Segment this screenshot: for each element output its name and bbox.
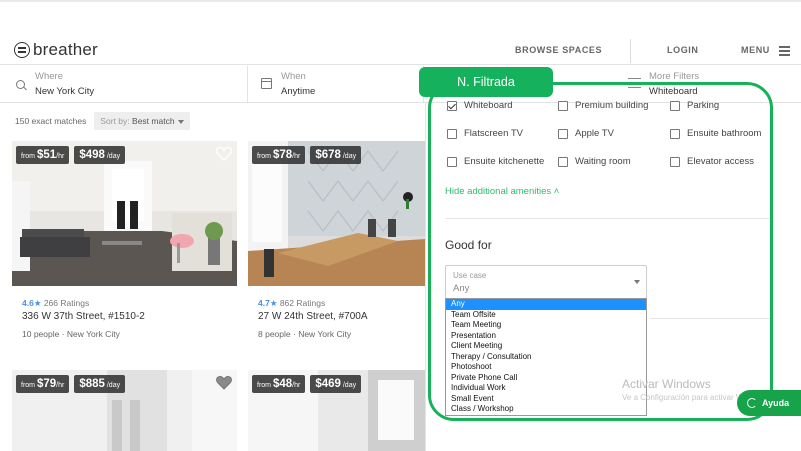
price-badges: from $51/hr $498 /day bbox=[16, 146, 126, 164]
annotation-label: N. Filtrada bbox=[419, 67, 553, 97]
nav-browse-spaces[interactable]: BROWSE SPACES bbox=[515, 45, 602, 55]
logo[interactable]: breather bbox=[14, 40, 98, 60]
calendar-icon bbox=[261, 78, 272, 89]
star-icon: ★ bbox=[33, 298, 42, 308]
daily-price-badge: $885 /day bbox=[74, 375, 126, 393]
sort-value: Best match bbox=[132, 116, 175, 126]
rating: 4.6★ 266 Ratings bbox=[22, 298, 90, 308]
results-header: 150 exact matches Sort by: Best match bbox=[15, 112, 190, 130]
hourly-price-badge: from $78/hr bbox=[252, 146, 306, 164]
price-badges: from $78/hr $678 /day bbox=[252, 146, 362, 164]
heart-icon[interactable] bbox=[216, 146, 232, 161]
listing-photo[interactable]: from $78/hr $678 /day bbox=[248, 141, 425, 286]
help-icon bbox=[747, 398, 757, 408]
nav-menu[interactable]: MENU bbox=[741, 45, 770, 55]
listing-photo[interactable]: from $51/hr $498 /day bbox=[12, 141, 237, 286]
listing-photo[interactable]: from $48/hr $469 /day bbox=[248, 370, 425, 451]
heart-icon[interactable] bbox=[216, 375, 232, 390]
search-icon bbox=[16, 80, 25, 89]
when-label: When bbox=[281, 71, 306, 82]
rating: 4.7★ 862 Ratings bbox=[258, 298, 326, 308]
where-value: New York City bbox=[35, 86, 95, 97]
where-filter[interactable]: Where New York City bbox=[0, 66, 248, 103]
results-count: 150 exact matches bbox=[15, 116, 87, 126]
logo-icon bbox=[14, 42, 30, 58]
help-button[interactable]: Ayuda bbox=[737, 390, 801, 416]
hourly-price-badge: from $79/hr bbox=[16, 375, 70, 393]
logo-text: breather bbox=[33, 40, 98, 59]
price-badges: from $48/hr $469 /day bbox=[252, 375, 362, 393]
when-value: Anytime bbox=[281, 86, 316, 97]
when-filter[interactable]: When Anytime bbox=[248, 66, 424, 103]
where-label: Where bbox=[35, 71, 63, 82]
hourly-price-badge: from $48/hr bbox=[252, 375, 306, 393]
listing-photo[interactable]: from $79/hr $885 /day bbox=[12, 370, 237, 451]
daily-price-badge: $498 /day bbox=[74, 146, 126, 164]
hourly-price-badge: from $51/hr bbox=[16, 146, 70, 164]
listing-address[interactable]: 336 W 37th Street, #1510-2 bbox=[22, 311, 145, 322]
listing-meta: 8 people · New York City bbox=[258, 329, 352, 339]
daily-price-badge: $678 /day bbox=[310, 146, 362, 164]
sort-label: Sort by: bbox=[100, 116, 130, 126]
help-label: Ayuda bbox=[762, 398, 790, 408]
annotation-highlight-ring bbox=[428, 82, 773, 421]
chevron-down-icon bbox=[177, 119, 184, 124]
site-header: breather BROWSE SPACES LOGIN MENU bbox=[0, 2, 801, 65]
daily-price-badge: $469 /day bbox=[310, 375, 362, 393]
sort-dropdown[interactable]: Sort by: Best match bbox=[94, 112, 190, 130]
more-filters-label: More Filters bbox=[649, 71, 700, 82]
listing-meta: 10 people · New York City bbox=[22, 329, 120, 339]
hamburger-icon[interactable] bbox=[779, 46, 790, 58]
nav-divider bbox=[630, 39, 631, 63]
listing-address[interactable]: 27 W 24th Street, #700A bbox=[258, 311, 368, 322]
star-icon: ★ bbox=[269, 298, 278, 308]
price-badges: from $79/hr $885 /day bbox=[16, 375, 126, 393]
nav-login[interactable]: LOGIN bbox=[667, 45, 699, 55]
